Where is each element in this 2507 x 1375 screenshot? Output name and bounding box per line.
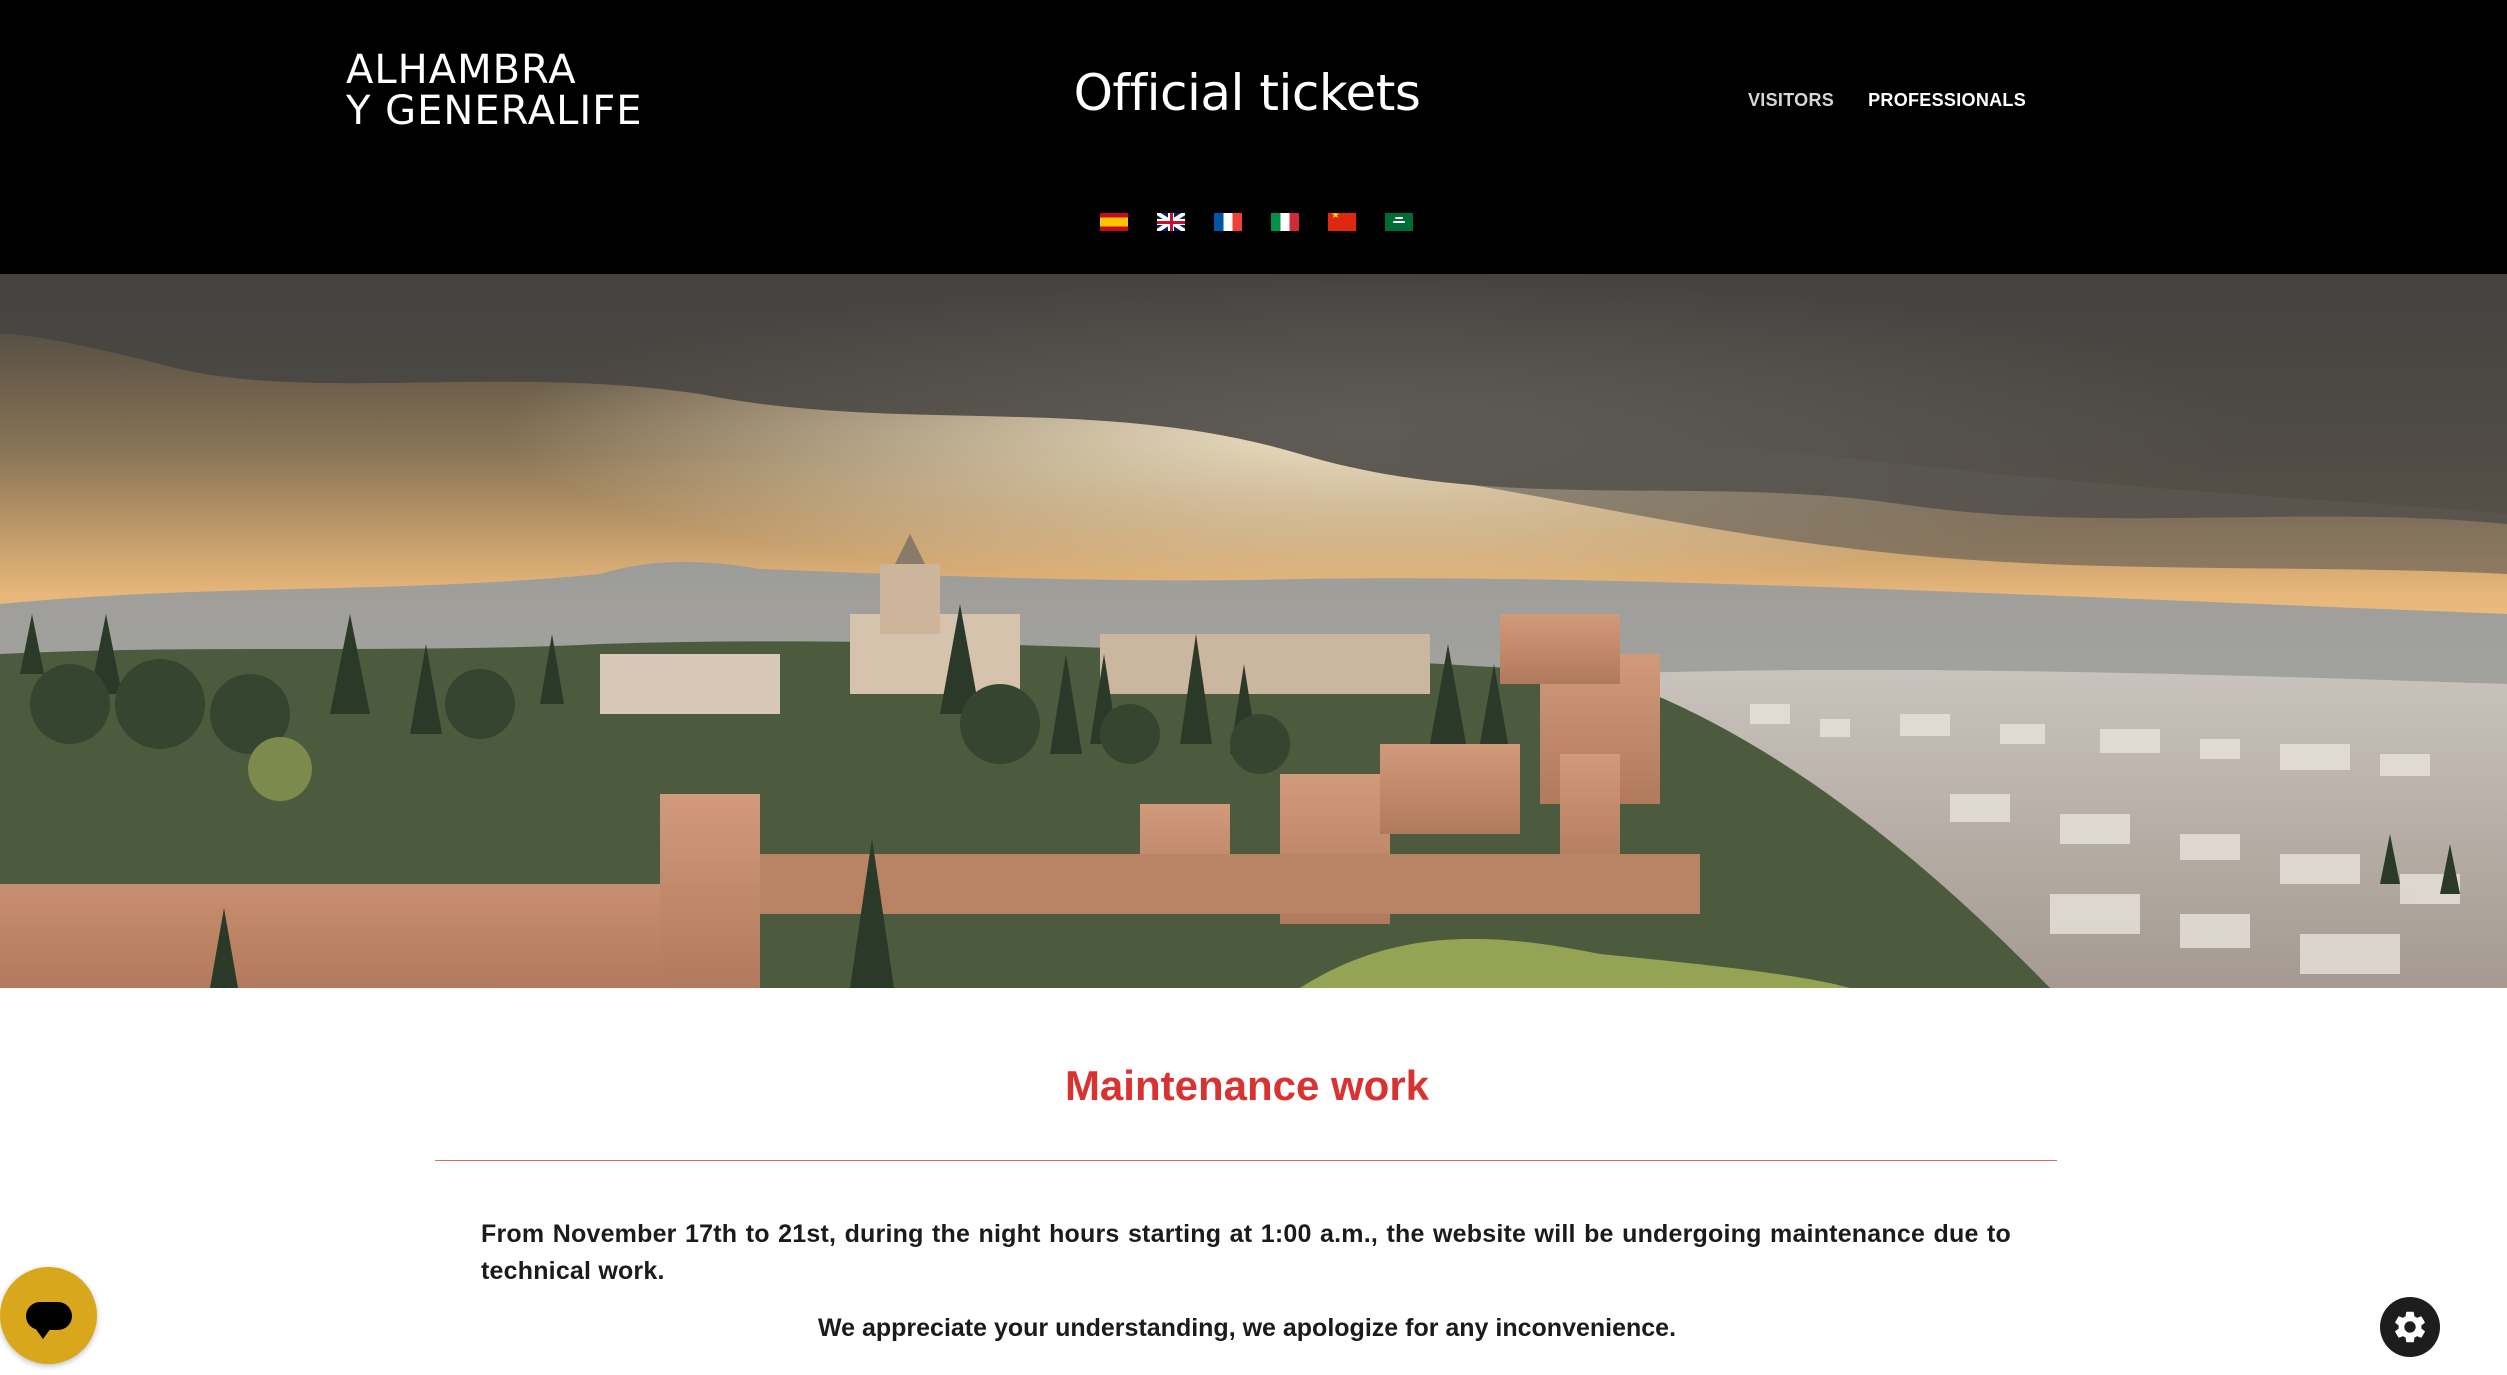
es-flag-icon[interactable] [1100, 213, 1128, 231]
gear-icon [2395, 1311, 2425, 1343]
sa-flag-icon[interactable] [1385, 213, 1413, 231]
chat-button[interactable] [0, 1267, 97, 1364]
notice-apology: We appreciate your understanding, we apo… [817, 1314, 1677, 1342]
nav-professionals[interactable]: PROFESSIONALS [1868, 90, 2026, 111]
nav-visitors[interactable]: VISITORS [1748, 90, 1834, 111]
gb-flag-icon[interactable] [1157, 213, 1185, 231]
language-selector [1100, 213, 1413, 231]
settings-button[interactable] [2380, 1297, 2440, 1357]
hero-image [0, 274, 2507, 988]
notice-body: From November 17th to 21st, during the n… [481, 1220, 2011, 1285]
fr-flag-icon[interactable] [1214, 213, 1242, 231]
main-nav: VISITORS PROFESSIONALS [1748, 90, 2026, 111]
it-flag-icon[interactable] [1271, 213, 1299, 231]
alhambra-panorama-image [0, 274, 2507, 988]
chat-bubble-icon [25, 1301, 72, 1339]
notice-title: Maintenance work [1064, 1062, 1430, 1109]
notice-divider [435, 1160, 2057, 1161]
page-title: Official tickets [1073, 64, 1421, 122]
site-header: ALHAMBRA Y GENERALIFE Official tickets V… [0, 0, 2507, 274]
cn-flag-icon[interactable] [1328, 213, 1356, 231]
